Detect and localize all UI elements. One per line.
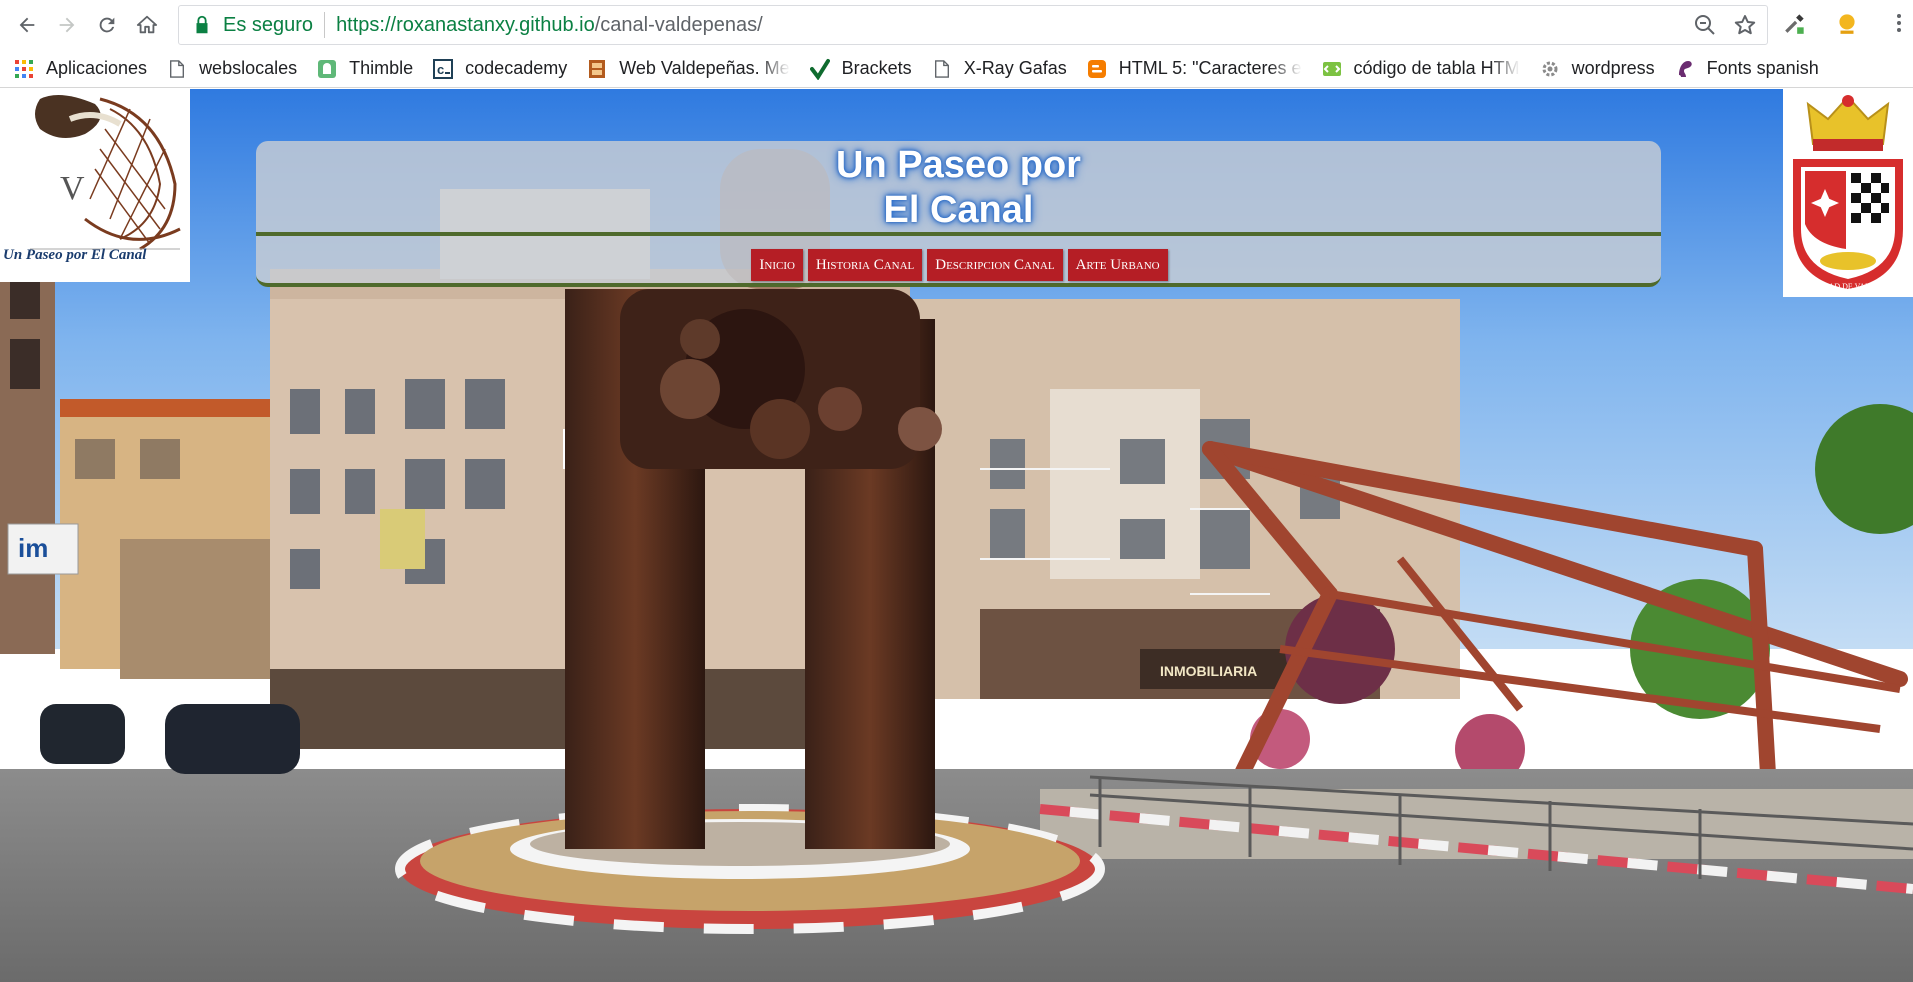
bookmark-label: Web Valdepeñas. Me bbox=[619, 58, 790, 78]
fonts-icon bbox=[1675, 59, 1695, 79]
gear-icon bbox=[1540, 59, 1560, 79]
sun-extension-icon[interactable] bbox=[1832, 8, 1862, 38]
bookmark-thimble[interactable]: Thimble bbox=[317, 58, 413, 79]
brackets-checkmark-icon bbox=[809, 58, 830, 80]
title-divider bbox=[256, 232, 1661, 236]
browser-toolbar: Es seguro https://roxanastanxy.github.io… bbox=[0, 0, 1913, 50]
bookmark-brackets[interactable]: Brackets bbox=[809, 58, 912, 80]
lock-icon bbox=[196, 15, 208, 34]
bookmark-codecademy[interactable]: c codecademy bbox=[433, 58, 567, 79]
coat-of-arms-logo-right[interactable]: CIUDAD DE VALDEPEÑAS bbox=[1783, 89, 1913, 297]
bookmark-webslocales[interactable]: webslocales bbox=[167, 58, 297, 79]
nav-inicio[interactable]: Inicio bbox=[751, 249, 803, 281]
bookmark-codigo-tabla[interactable]: código de tabla HTM bbox=[1322, 58, 1520, 79]
bookmark-label: Fonts spanish bbox=[1706, 58, 1819, 78]
bookmark-label: X-Ray Gafas bbox=[963, 58, 1067, 78]
bookmarks-bar: Aplicaciones webslocales Thimble c codec… bbox=[0, 50, 1913, 88]
bookmark-xray-gafas[interactable]: X-Ray Gafas bbox=[932, 58, 1067, 79]
bookmark-html5-caracteres[interactable]: HTML 5: "Caracteres e bbox=[1087, 58, 1302, 79]
title-line-1: Un Paseo por bbox=[836, 144, 1081, 186]
codecademy-icon: c bbox=[433, 58, 454, 79]
title-line-2: El Canal bbox=[883, 189, 1034, 231]
bookmark-label: webslocales bbox=[199, 58, 298, 78]
url-host: https://roxanastanxy.github.io bbox=[336, 13, 595, 36]
home-icon bbox=[136, 15, 158, 34]
forward-button[interactable] bbox=[50, 8, 84, 42]
site-logo-left[interactable]: V Un Paseo por El Canal bbox=[0, 89, 190, 282]
bookmark-label: código de tabla HTM bbox=[1353, 58, 1520, 78]
star-icon[interactable] bbox=[1733, 13, 1757, 37]
main-nav: Inicio Historia Canal Descripcion Canal … bbox=[256, 249, 1661, 281]
coat-of-arms-caption: CIUDAD DE VALDEPEÑAS bbox=[1809, 281, 1906, 291]
eyedropper-extension-icon[interactable] bbox=[1780, 8, 1810, 38]
thimble-icon bbox=[317, 59, 337, 79]
url-path: /canal-valdepenas/ bbox=[594, 13, 763, 36]
apps-grid-icon bbox=[14, 59, 34, 79]
web-valdepenas-icon bbox=[587, 59, 607, 79]
back-button[interactable] bbox=[10, 8, 44, 42]
bookmark-label: Thimble bbox=[349, 58, 414, 78]
photo-sign-inmobiliaria: INMOBILIARIA bbox=[1160, 663, 1257, 679]
nav-arte-urbano[interactable]: Arte Urbano bbox=[1067, 249, 1168, 281]
site-header: Un Paseo por El Canal Inicio Historia Ca… bbox=[256, 141, 1661, 287]
bookmark-label: wordpress bbox=[1571, 58, 1655, 78]
page-title: Un Paseo por El Canal bbox=[256, 143, 1661, 233]
bookmark-label: Brackets bbox=[841, 58, 912, 78]
menu-kebab-icon[interactable] bbox=[1884, 8, 1913, 38]
arrow-right-icon bbox=[59, 17, 75, 33]
reload-button[interactable] bbox=[90, 8, 124, 42]
nav-historia-canal[interactable]: Historia Canal bbox=[807, 249, 923, 281]
bookmark-aplicaciones[interactable]: Aplicaciones bbox=[14, 58, 147, 79]
logo-left-caption: Un Paseo por El Canal bbox=[3, 247, 147, 263]
home-button[interactable] bbox=[130, 8, 164, 42]
page-icon bbox=[167, 59, 187, 79]
bookmark-web-valdepenas[interactable]: Web Valdepeñas. Me bbox=[587, 58, 790, 79]
address-bar[interactable]: Es seguro https://roxanastanxy.github.io… bbox=[178, 5, 1768, 45]
security-label: Es seguro bbox=[223, 13, 314, 36]
svg-text:c: c bbox=[437, 62, 444, 77]
zoom-icon[interactable] bbox=[1693, 13, 1717, 37]
bookmark-fonts-spanish[interactable]: Fonts spanish bbox=[1675, 58, 1819, 79]
bookmark-label: Aplicaciones bbox=[46, 58, 148, 78]
page-icon bbox=[932, 59, 952, 79]
blogger-icon bbox=[1087, 59, 1107, 79]
arrow-left-icon bbox=[19, 17, 35, 33]
reload-icon bbox=[99, 17, 115, 33]
logo-letter-v: V bbox=[60, 170, 85, 207]
page-viewport: im INMOBILIARIA V Un Paseo por El Canal … bbox=[0, 89, 1913, 982]
photo-sign-im: im bbox=[18, 533, 48, 563]
bookmark-wordpress[interactable]: wordpress bbox=[1540, 58, 1655, 79]
bookmark-label: HTML 5: "Caracteres e bbox=[1118, 58, 1302, 78]
bookmark-label: codecademy bbox=[465, 58, 568, 78]
table-code-icon bbox=[1322, 59, 1342, 79]
divider bbox=[324, 12, 326, 38]
nav-descripcion-canal[interactable]: Descripcion Canal bbox=[927, 249, 1063, 281]
